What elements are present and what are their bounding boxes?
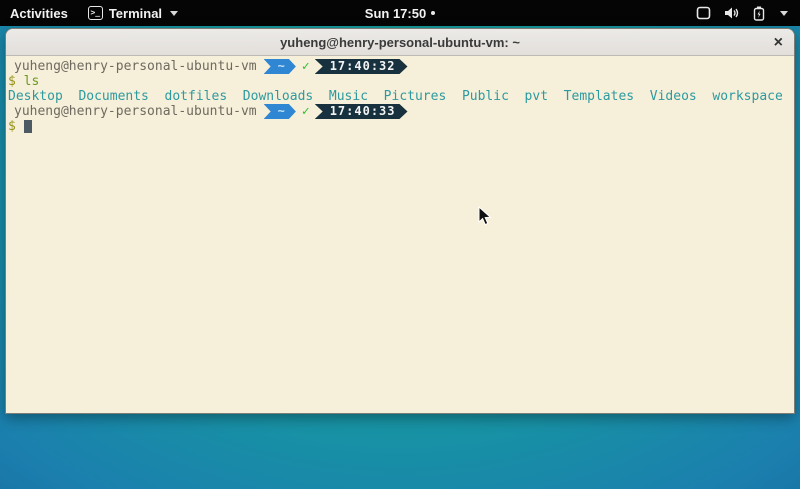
battery-charging-icon xyxy=(753,6,765,21)
clock[interactable]: Sun 17:50 xyxy=(365,6,435,21)
text-cursor xyxy=(24,120,32,133)
prompt-user: yuheng@henry-personal-ubuntu-vm xyxy=(14,59,257,74)
directory-name: Downloads xyxy=(243,89,313,104)
volume-icon xyxy=(724,6,740,20)
prompt-path-segment: ~ xyxy=(264,59,296,74)
notification-dot-icon xyxy=(431,11,435,15)
directory-name: workspace xyxy=(712,89,782,104)
directory-name: Pictures xyxy=(384,89,447,104)
prompt-symbol: $ xyxy=(8,74,16,89)
prompt-line-2: yuheng@henry-personal-ubuntu-vm ~ ✓ 17:4… xyxy=(8,104,792,119)
command-text: ls xyxy=(24,74,40,89)
prompt-path-segment: ~ xyxy=(264,104,296,119)
directory-name: Videos xyxy=(650,89,697,104)
chevron-down-icon xyxy=(780,11,788,16)
top-bar: Activities >_ Terminal Sun 17:50 xyxy=(0,0,800,26)
close-button[interactable]: × xyxy=(774,29,783,56)
desktop: Activities >_ Terminal Sun 17:50 xyxy=(0,0,800,489)
window-title: yuheng@henry-personal-ubuntu-vm: ~ xyxy=(280,35,520,50)
status-check-icon: ✓ xyxy=(302,59,310,74)
caret-down-icon xyxy=(170,11,178,16)
activities-button[interactable]: Activities xyxy=(10,6,68,21)
directory-name: pvt xyxy=(525,89,548,104)
clock-label: Sun 17:50 xyxy=(365,6,426,21)
terminal-window: yuheng@henry-personal-ubuntu-vm: ~ × yuh… xyxy=(5,28,795,414)
command-line-2: $ xyxy=(8,119,792,134)
prompt-line-1: yuheng@henry-personal-ubuntu-vm ~ ✓ 17:4… xyxy=(8,59,792,74)
directory-name: Public xyxy=(462,89,509,104)
top-bar-left: Activities >_ Terminal xyxy=(0,6,178,21)
window-titlebar[interactable]: yuheng@henry-personal-ubuntu-vm: ~ × xyxy=(6,29,794,56)
system-tray[interactable] xyxy=(696,6,800,21)
directory-name: Templates xyxy=(564,89,634,104)
status-check-icon: ✓ xyxy=(302,104,310,119)
prompt-time-segment: 17:40:33 xyxy=(315,104,408,119)
directory-name: Documents xyxy=(78,89,148,104)
terminal-app-icon: >_ xyxy=(88,6,103,20)
directory-name: dotfiles xyxy=(165,89,228,104)
app-menu[interactable]: >_ Terminal xyxy=(88,6,178,21)
terminal-body[interactable]: yuheng@henry-personal-ubuntu-vm ~ ✓ 17:4… xyxy=(6,56,794,414)
screen-icon xyxy=(696,6,711,20)
prompt-user: yuheng@henry-personal-ubuntu-vm xyxy=(14,104,257,119)
directory-name: Desktop xyxy=(8,89,63,104)
command-line-1: $ ls xyxy=(8,74,792,89)
directory-name: Music xyxy=(329,89,368,104)
prompt-symbol: $ xyxy=(8,119,16,134)
prompt-time-segment: 17:40:32 xyxy=(315,59,408,74)
app-menu-label: Terminal xyxy=(109,6,162,21)
ls-output: Desktop Documents dotfiles Downloads Mus… xyxy=(8,89,792,104)
